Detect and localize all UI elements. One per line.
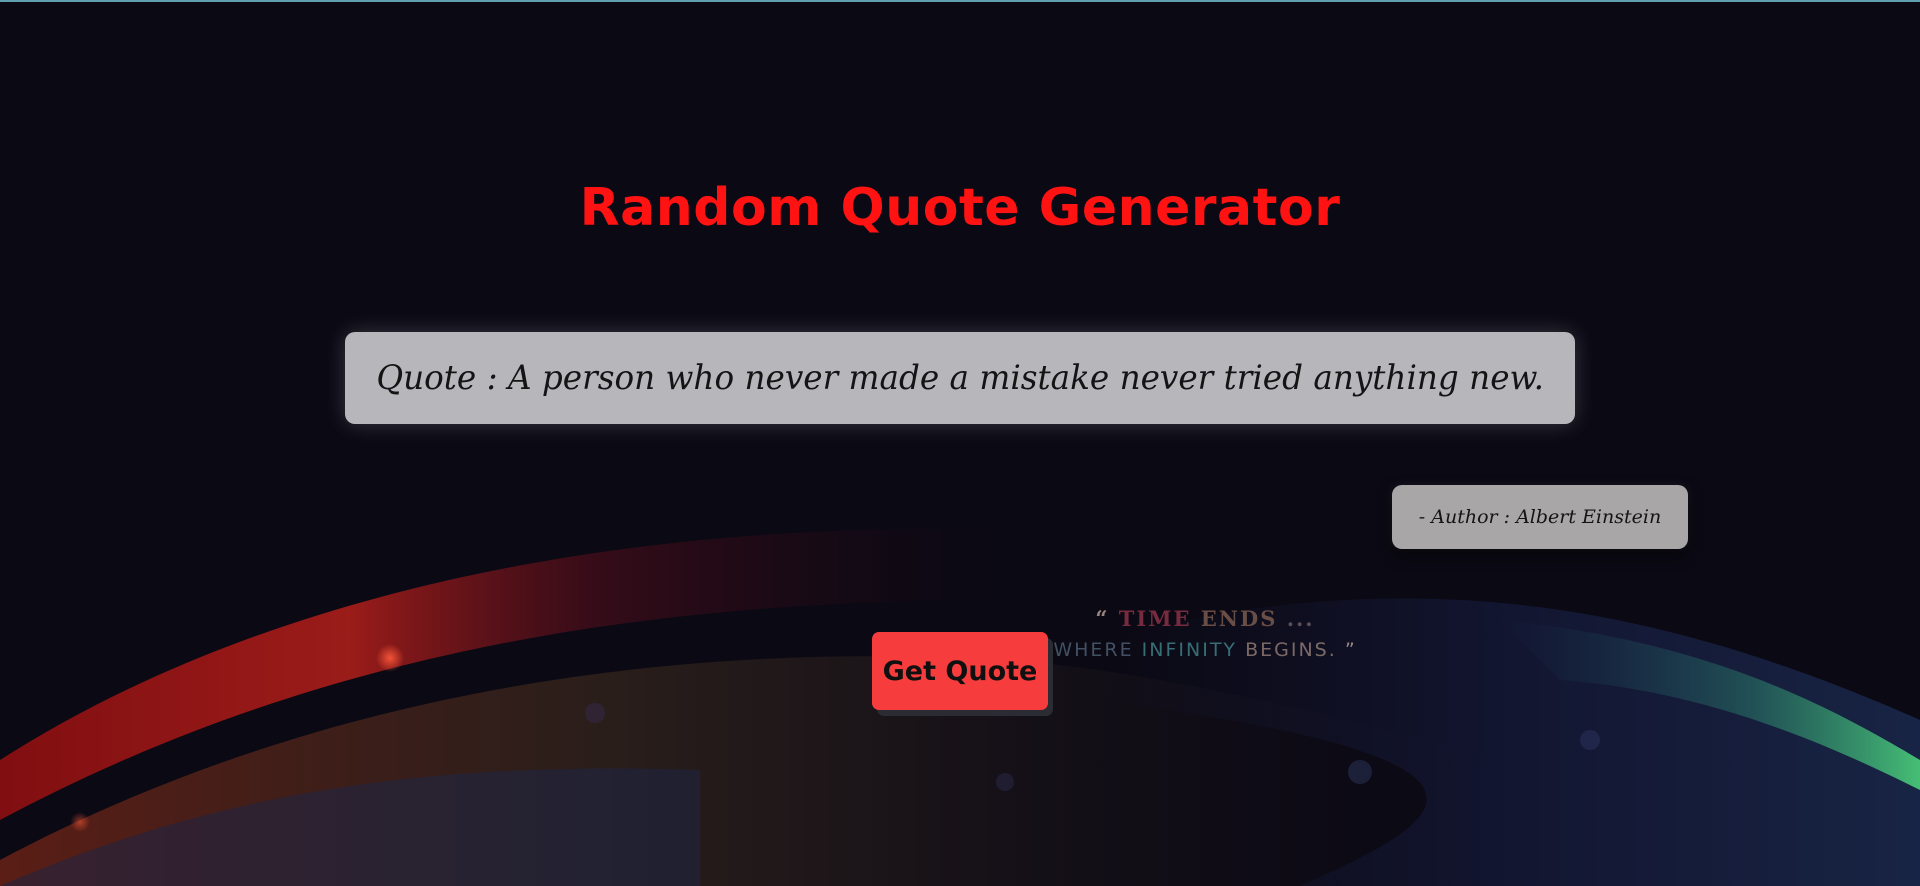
get-quote-button[interactable]: Get Quote: [872, 632, 1048, 710]
page-title: Random Quote Generator: [579, 178, 1341, 238]
author-text: - Author : Albert Einstein: [1418, 506, 1662, 528]
author-card: - Author : Albert Einstein: [1392, 485, 1688, 549]
quote-card: Quote : A person who never made a mistak…: [345, 332, 1575, 424]
background-waves: [0, 529, 1920, 886]
quote-text: Quote : A person who never made a mistak…: [376, 358, 1544, 398]
